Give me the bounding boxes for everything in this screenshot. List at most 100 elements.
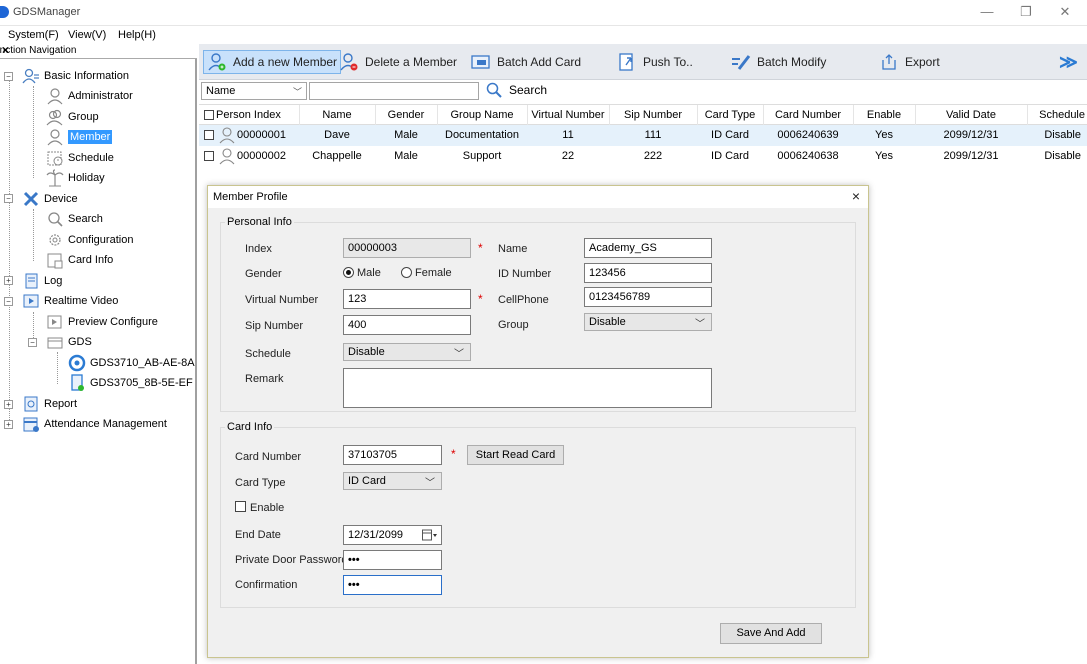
search-field-select[interactable]: Name ﹀ xyxy=(201,82,307,100)
sip-number-field[interactable]: 400 xyxy=(343,315,471,335)
nav-label: GDS3710_AB-AE-8A xyxy=(90,357,195,369)
expander-device[interactable]: − xyxy=(4,194,13,203)
col-gender[interactable]: Gender xyxy=(375,109,437,121)
camera-icon xyxy=(68,354,86,372)
select-all-checkbox[interactable] xyxy=(204,110,214,120)
search-button[interactable]: Search xyxy=(485,81,547,99)
expander-gds[interactable]: − xyxy=(28,338,37,347)
cell-card-type: ID Card xyxy=(711,150,749,162)
close-window-button[interactable]: ✕ xyxy=(1050,4,1080,20)
card-type-select[interactable]: ID Card ﹀ xyxy=(343,472,442,490)
nav-item-holiday[interactable]: Holiday xyxy=(46,168,105,188)
table-row[interactable]: 00000001 Dave Male Documentation 11 111 … xyxy=(199,125,1087,146)
dialog-close-button[interactable]: × xyxy=(852,188,860,204)
end-date-picker[interactable]: 12/31/2099 xyxy=(343,525,442,545)
col-schedule[interactable]: Schedule xyxy=(1027,109,1087,121)
calendar-icon[interactable] xyxy=(422,529,438,541)
nav-item-gds3705[interactable]: GDS3705_8B-5E-EF xyxy=(68,373,193,393)
enable-checkbox[interactable] xyxy=(235,501,246,512)
nav-item-gds3710[interactable]: GDS3710_AB-AE-8A xyxy=(68,353,195,373)
nav-item-administrator[interactable]: Administrator xyxy=(46,86,133,106)
maximize-button[interactable]: ❐ xyxy=(1011,4,1041,20)
id-number-label: ID Number xyxy=(498,268,552,280)
expander-attendance[interactable]: + xyxy=(4,420,13,429)
id-number-field[interactable]: 123456 xyxy=(584,263,712,283)
batch-modify-button[interactable]: Batch Modify xyxy=(731,50,826,74)
nav-close-button[interactable]: × xyxy=(2,43,192,57)
remark-field[interactable] xyxy=(343,368,712,408)
col-group-name[interactable]: Group Name xyxy=(437,109,527,121)
nav-item-basic-information[interactable]: Basic Information xyxy=(22,66,129,86)
expander-basic-info[interactable]: − xyxy=(4,72,13,81)
col-name[interactable]: Name xyxy=(299,109,375,121)
col-separator xyxy=(697,105,698,126)
expander-report[interactable]: + xyxy=(4,400,13,409)
add-member-button[interactable]: Add a new Member xyxy=(203,50,342,74)
col-person-index[interactable]: Person Index xyxy=(216,109,284,121)
app-logo-icon xyxy=(0,6,9,18)
export-button[interactable]: Export xyxy=(879,50,940,74)
nav-item-gds[interactable]: GDS xyxy=(46,332,92,352)
remark-label: Remark xyxy=(245,373,284,385)
gender-male-radio[interactable] xyxy=(343,267,354,278)
cell-name: Chappelle xyxy=(312,150,362,162)
nav-label: Basic Information xyxy=(44,70,129,82)
nav-item-member[interactable]: Member xyxy=(46,127,113,147)
nav-item-report[interactable]: Report xyxy=(22,394,77,414)
cell-virtual-number: 11 xyxy=(562,129,574,141)
save-and-add-button[interactable]: Save And Add xyxy=(720,623,822,644)
index-field: 00000003 xyxy=(343,238,471,258)
cell-valid-date: 2099/12/31 xyxy=(943,150,999,162)
nav-item-preview-configure[interactable]: Preview Configure xyxy=(46,312,158,332)
nav-item-device[interactable]: Device xyxy=(22,189,78,209)
nav-label: Schedule xyxy=(68,152,114,164)
confirmation-field[interactable]: ••• xyxy=(343,575,442,595)
name-field[interactable]: Academy_GS xyxy=(584,238,712,258)
col-card-type[interactable]: Card Type xyxy=(697,109,763,121)
schedule-select[interactable]: Disable ﹀ xyxy=(343,343,471,361)
row-checkbox[interactable] xyxy=(204,130,214,140)
menu-help[interactable]: Help(H) xyxy=(118,29,156,41)
col-virtual-number[interactable]: Virtual Number xyxy=(527,109,609,121)
group-select[interactable]: Disable ﹀ xyxy=(584,313,712,331)
nav-label: Group xyxy=(68,111,99,123)
toolbar-more-button[interactable]: ≫ xyxy=(1059,50,1078,74)
door-password-field[interactable]: ••• xyxy=(343,550,442,570)
toolbar: Add a new Member Delete a Member Batch A… xyxy=(199,44,1087,80)
nav-item-schedule[interactable]: Schedule xyxy=(46,148,114,168)
col-sip-number[interactable]: Sip Number xyxy=(609,109,697,121)
search-input[interactable] xyxy=(309,82,479,100)
card-number-field[interactable]: 37103705 xyxy=(343,445,442,465)
nav-item-attendance-management[interactable]: Attendance Management xyxy=(22,414,167,434)
expander-log[interactable]: + xyxy=(4,276,13,285)
gender-female-radio[interactable] xyxy=(401,267,412,278)
nav-item-group[interactable]: Group xyxy=(46,107,99,127)
col-separator xyxy=(853,105,854,126)
menu-system[interactable]: System(F) xyxy=(8,29,59,41)
row-checkbox[interactable] xyxy=(204,151,214,161)
delete-member-button[interactable]: Delete a Member xyxy=(339,50,457,74)
virtual-number-field[interactable]: 123 xyxy=(343,289,471,309)
menu-view[interactable]: View(V) xyxy=(68,29,106,41)
col-enable[interactable]: Enable xyxy=(853,109,915,121)
nav-item-card-info[interactable]: Card Info xyxy=(46,250,113,270)
start-read-card-button[interactable]: Start Read Card xyxy=(467,445,564,465)
col-valid-date[interactable]: Valid Date xyxy=(915,109,1027,121)
cell-person-index: 00000002 xyxy=(237,150,286,162)
name-label: Name xyxy=(498,243,528,255)
nav-item-realtime-video[interactable]: Realtime Video xyxy=(22,291,118,311)
col-separator xyxy=(375,105,376,126)
nav-item-log[interactable]: Log xyxy=(22,271,62,291)
batch-add-card-button[interactable]: Batch Add Card xyxy=(471,50,581,74)
expander-realtime-video[interactable]: − xyxy=(4,297,13,306)
nav-item-configuration[interactable]: Configuration xyxy=(46,230,133,250)
end-date-value: 12/31/2099 xyxy=(348,529,404,541)
table-row[interactable]: 00000002 Chappelle Male Support 22 222 I… xyxy=(199,146,1087,167)
log-icon xyxy=(22,272,40,290)
nav-label: Member xyxy=(68,130,113,144)
minimize-button[interactable]: — xyxy=(972,4,1002,19)
push-to-button[interactable]: Push To.. xyxy=(617,50,693,74)
col-card-number[interactable]: Card Number xyxy=(763,109,853,121)
cellphone-field[interactable]: 0123456789 xyxy=(584,287,712,307)
nav-item-search[interactable]: Search xyxy=(46,209,103,229)
